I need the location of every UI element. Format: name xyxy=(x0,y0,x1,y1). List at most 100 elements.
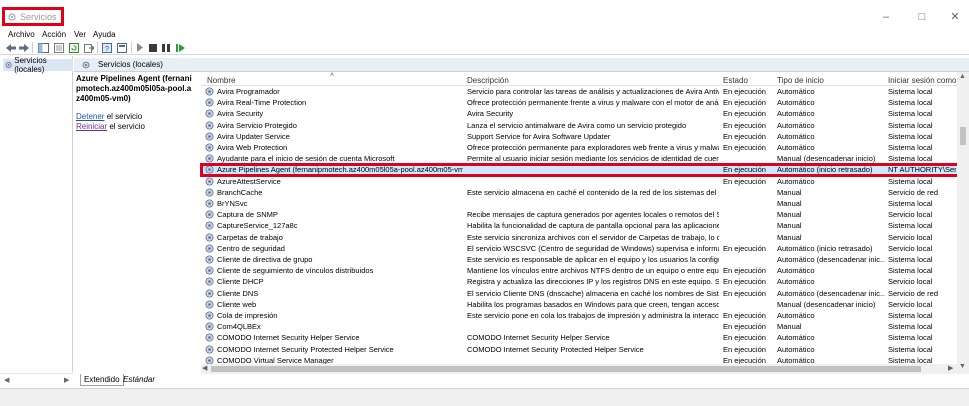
service-name: Captura de SNMP xyxy=(217,210,278,220)
service-row[interactable]: Cola de impresión Este servicio pone en c… xyxy=(201,310,957,321)
service-row[interactable]: COMODO Internet Security Protected Helpe… xyxy=(201,344,957,355)
tree-horizontal-scrollbar[interactable]: ◀ ▶ xyxy=(0,373,74,386)
service-name-cell: Cliente DHCP xyxy=(205,276,463,287)
service-row[interactable]: Cliente de directiva de grupo Este servic… xyxy=(201,254,957,265)
service-row[interactable]: Carpetas de trabajo Este servicio sincron… xyxy=(201,232,957,243)
service-state xyxy=(723,220,775,231)
service-row[interactable]: Ayudante para el inicio de sesión de cue… xyxy=(201,153,957,164)
scroll-down-icon[interactable]: ▼ xyxy=(959,363,966,370)
service-description: Este servicio es responsable de aplicar … xyxy=(467,255,719,264)
service-logon-as: Sistema local xyxy=(888,109,933,119)
restart-icon[interactable] xyxy=(174,42,186,53)
scroll-right-icon[interactable]: ▶ xyxy=(64,376,69,384)
service-row[interactable]: Avira Real-Time Protection Ofrece protecc… xyxy=(201,97,957,108)
column-description[interactable]: Descripción xyxy=(467,76,509,85)
service-row[interactable]: Cliente DHCP Registra y actualiza las dir… xyxy=(201,276,957,287)
service-startup-type: Automático xyxy=(777,333,815,343)
menu-ver[interactable]: Ver xyxy=(74,30,86,39)
minimize-button[interactable]: – xyxy=(876,10,896,24)
service-row[interactable]: Azure Pipelines Agent (fernanipmotech.az… xyxy=(201,164,957,176)
tree-item-services-local[interactable]: Servicios (locales) xyxy=(3,56,73,74)
console-tree-icon[interactable] xyxy=(37,42,49,53)
service-name-cell: Centro de seguridad xyxy=(205,243,463,254)
pause-icon[interactable] xyxy=(160,42,172,53)
column-logon-as[interactable]: Iniciar sesión como xyxy=(888,76,956,85)
sort-ascending-icon: ˄ xyxy=(330,72,335,79)
service-gear-icon xyxy=(205,255,214,264)
service-state xyxy=(723,254,775,265)
service-name: Cola de impresión xyxy=(217,311,278,320)
service-row[interactable]: Avira Programador Servicio para controlar… xyxy=(201,86,957,97)
service-description: Avira Security xyxy=(467,109,514,119)
service-row[interactable]: CaptureService_127a8c Habilita la funcion… xyxy=(201,220,957,231)
service-state xyxy=(723,299,775,310)
maximize-button[interactable]: □ xyxy=(912,10,932,24)
service-row[interactable]: BrYNSvc Manual Sistema local xyxy=(201,198,957,209)
tab-extendido[interactable]: Extendido xyxy=(80,374,124,386)
service-description: Habilita los programas basados en Window… xyxy=(467,299,719,309)
scroll-right-icon[interactable]: ▶ xyxy=(948,364,953,372)
view-icon[interactable] xyxy=(116,42,128,53)
service-state: En ejecución xyxy=(723,243,766,253)
service-name: Avira Updater Service xyxy=(217,131,290,141)
scroll-up-icon[interactable]: ▲ xyxy=(959,73,966,80)
stop-icon[interactable] xyxy=(147,42,159,53)
menu-archivo[interactable]: Archivo xyxy=(8,30,35,39)
service-name: COMODO Internet Security Helper Service xyxy=(217,333,360,343)
service-row[interactable]: Avira Web Protection Ofrece protección pe… xyxy=(201,142,957,153)
horizontal-scrollbar[interactable]: ◀ ▶ xyxy=(201,364,957,374)
scroll-left-icon[interactable]: ◀ xyxy=(4,376,9,384)
service-startup-type: Manual xyxy=(777,232,802,242)
back-icon[interactable] xyxy=(5,42,17,53)
vertical-scrollbar[interactable]: ▲ ▼ xyxy=(957,72,969,374)
column-name[interactable]: Nombre xyxy=(207,76,235,85)
service-name: Cliente DNS xyxy=(217,288,259,298)
properties-icon[interactable] xyxy=(53,42,65,53)
start-icon[interactable] xyxy=(134,42,146,53)
service-state: En ejecución xyxy=(723,87,766,96)
menu-accion[interactable]: Acción xyxy=(42,30,66,39)
export-icon[interactable] xyxy=(83,42,95,53)
service-gear-icon xyxy=(205,289,214,298)
pane-header-title: Servicios (locales) xyxy=(98,60,163,69)
horizontal-scroll-thumb[interactable] xyxy=(211,366,921,372)
forward-icon[interactable] xyxy=(18,42,30,53)
service-gear-icon xyxy=(205,277,214,286)
stop-service-link[interactable]: Detener xyxy=(76,112,104,121)
restart-service-link[interactable]: Reiniciar xyxy=(76,122,107,131)
help-icon[interactable]: ? xyxy=(101,42,113,53)
service-row[interactable]: Cliente web Habilita los programas basado… xyxy=(201,299,957,310)
service-name-cell: Captura de SNMP xyxy=(205,209,463,220)
column-startup-type[interactable]: Tipo de inicio xyxy=(777,76,824,85)
service-row[interactable]: Avira Servicio Protegido Lanza el servici… xyxy=(201,120,957,131)
scroll-left-icon[interactable]: ◀ xyxy=(202,364,207,372)
service-name: BranchCache xyxy=(217,187,263,197)
service-logon-as: Sistema local xyxy=(888,199,933,208)
vertical-scroll-thumb[interactable] xyxy=(960,127,966,145)
service-row[interactable]: Cliente DNS El servicio Cliente DNS (dnsc… xyxy=(201,288,957,299)
service-state: En ejecución xyxy=(723,131,766,141)
service-name: CaptureService_127a8c xyxy=(217,221,298,231)
refresh-icon[interactable] xyxy=(68,42,80,53)
service-row[interactable]: Centro de seguridad El servicio WSCSVC (C… xyxy=(201,243,957,254)
service-row[interactable]: Captura de SNMP Recibe mensajes de captur… xyxy=(201,209,957,220)
service-name-cell: Avira Updater Service xyxy=(205,131,463,142)
column-state[interactable]: Estado xyxy=(723,76,748,85)
service-description: Habilita la funcionalidad de captura de … xyxy=(467,221,719,231)
service-description: Registra y actualiza las direcciones IP … xyxy=(467,277,719,287)
service-row[interactable]: Avira Updater Service Support Service for… xyxy=(201,131,957,142)
service-gear-icon xyxy=(205,132,214,141)
service-name-cell: Com4QLBEx xyxy=(205,321,463,332)
service-row[interactable]: Com4QLBEx En ejecución Manual Sistema local xyxy=(201,321,957,332)
menu-ayuda[interactable]: Ayuda xyxy=(93,30,116,39)
service-row[interactable]: COMODO Internet Security Helper Service C… xyxy=(201,332,957,343)
close-button[interactable]: ✕ xyxy=(945,10,965,24)
tab-estandar[interactable]: Estándar xyxy=(120,374,158,386)
service-row[interactable]: Cliente de seguimiento de vínculos distr… xyxy=(201,265,957,276)
service-name: Avira Real-Time Protection xyxy=(217,98,307,108)
service-state: En ejecución xyxy=(723,288,766,298)
service-row[interactable]: BranchCache Este servicio almacena en cac… xyxy=(201,187,957,198)
service-row[interactable]: Avira Security Avira Security En ejecución… xyxy=(201,108,957,119)
service-row[interactable]: AzureAttestService En ejecución Automático… xyxy=(201,176,957,187)
service-name: Carpetas de trabajo xyxy=(217,232,283,242)
